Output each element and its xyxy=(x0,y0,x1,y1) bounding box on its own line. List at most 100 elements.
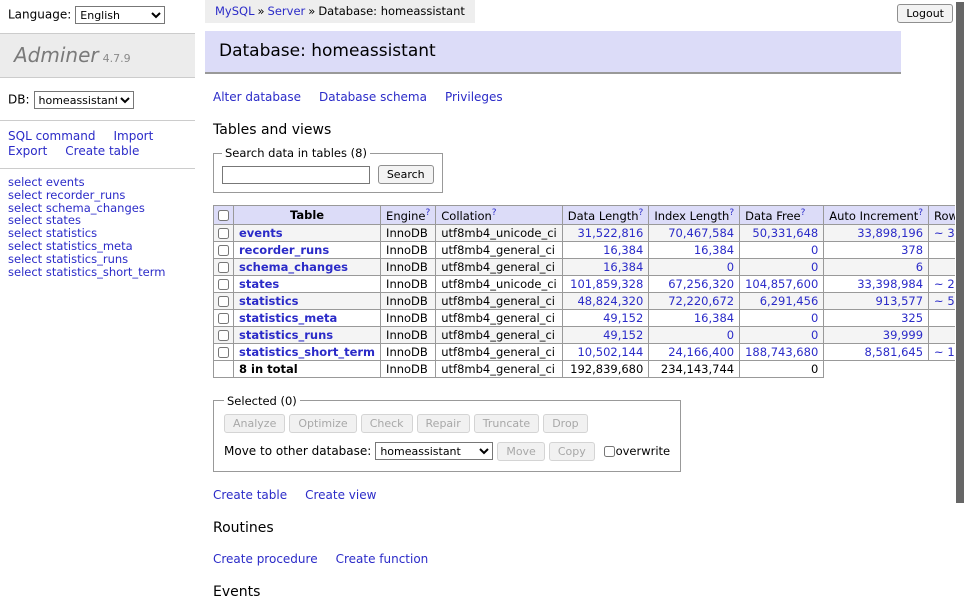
drop-button[interactable]: Drop xyxy=(543,414,587,433)
row-checkbox[interactable] xyxy=(218,313,229,324)
cell-data-free-link[interactable]: 6,291,456 xyxy=(760,294,819,308)
cell-data-length-link[interactable]: 48,824,320 xyxy=(577,294,643,308)
help-icon[interactable]: ? xyxy=(492,208,497,218)
search-input[interactable] xyxy=(222,166,370,184)
link-sql-command[interactable]: SQL command xyxy=(8,129,95,143)
link-privileges[interactable]: Privileges xyxy=(445,90,503,104)
table-link-schema-changes[interactable]: schema_changes xyxy=(239,260,348,274)
cell-collation: utf8mb4_unicode_ci xyxy=(436,224,563,241)
link-alter-database[interactable]: Alter database xyxy=(213,90,301,104)
column-header-index-length: Index Length? xyxy=(649,206,740,225)
table-link-statistics-short-term[interactable]: statistics_short_term xyxy=(239,345,375,359)
copy-button[interactable]: Copy xyxy=(549,442,595,461)
link-export[interactable]: Export xyxy=(8,144,47,158)
cell-auto-increment-link[interactable]: 39,999 xyxy=(883,328,923,342)
sidebar-select-events[interactable]: select events xyxy=(8,176,187,189)
optimize-button[interactable]: Optimize xyxy=(289,414,356,433)
table-link-statistics-meta[interactable]: statistics_meta xyxy=(239,311,337,325)
help-icon[interactable]: ? xyxy=(639,208,644,218)
row-checkbox[interactable] xyxy=(218,262,229,273)
row-checkbox[interactable] xyxy=(218,279,229,290)
move-button[interactable]: Move xyxy=(497,442,545,461)
cell-index-length-link[interactable]: 67,256,320 xyxy=(668,277,734,291)
cell-index-length-link[interactable]: 72,220,672 xyxy=(668,294,734,308)
link-database-schema[interactable]: Database schema xyxy=(319,90,427,104)
cell-auto-increment-link[interactable]: 913,577 xyxy=(875,294,923,308)
cell-data-length-link[interactable]: 16,384 xyxy=(603,243,643,257)
cell-data-length-link[interactable]: 16,384 xyxy=(603,260,643,274)
check-button[interactable]: Check xyxy=(361,414,413,433)
row-checkbox[interactable] xyxy=(218,228,229,239)
row-checkbox[interactable] xyxy=(218,296,229,307)
sidebar-select-recorder-runs[interactable]: select recorder_runs xyxy=(8,189,187,202)
row-checkbox[interactable] xyxy=(218,330,229,341)
adminer-logo: Adminer4.7.9 xyxy=(0,33,195,78)
cell-data-free-link[interactable]: 0 xyxy=(811,311,818,325)
cell-data-free-link[interactable]: 188,743,680 xyxy=(745,345,818,359)
language-select[interactable]: English xyxy=(75,6,165,24)
cell-collation: utf8mb4_general_ci xyxy=(436,258,563,275)
link-create-table[interactable]: Create table xyxy=(65,144,139,158)
table-link-events[interactable]: events xyxy=(239,226,283,240)
cell-index-length-link[interactable]: 70,467,584 xyxy=(668,226,734,240)
cell-auto-increment-link[interactable]: 33,398,984 xyxy=(857,277,923,291)
language-label: Language: xyxy=(8,8,71,22)
cell-index-length-link[interactable]: 0 xyxy=(727,260,734,274)
cell-index-length-link[interactable]: 24,166,400 xyxy=(668,345,734,359)
breadcrumb-mysql[interactable]: MySQL xyxy=(215,4,255,18)
link-create-table[interactable]: Create table xyxy=(213,488,287,502)
cell-auto-increment-link[interactable]: 6 xyxy=(916,260,923,274)
cell-data-free-link[interactable]: 0 xyxy=(811,260,818,274)
help-icon[interactable]: ? xyxy=(425,208,430,218)
cell-data-length-link[interactable]: 31,522,816 xyxy=(577,226,643,240)
cell-index-length-link[interactable]: 16,384 xyxy=(694,243,734,257)
cell-data-length-link[interactable]: 49,152 xyxy=(603,328,643,342)
cell-index-length-link[interactable]: 0 xyxy=(727,328,734,342)
sidebar-select-statistics-meta[interactable]: select statistics_meta xyxy=(8,240,187,253)
sidebar-select-statistics-runs[interactable]: select statistics_runs xyxy=(8,253,187,266)
move-db-select[interactable]: homeassistant xyxy=(375,442,493,460)
search-button[interactable]: Search xyxy=(378,165,434,184)
cell-index-length-link[interactable]: 16,384 xyxy=(694,311,734,325)
row-checkbox[interactable] xyxy=(218,245,229,256)
cell-data-free-link[interactable]: 0 xyxy=(811,243,818,257)
cell-data-free-link[interactable]: 0 xyxy=(811,328,818,342)
sidebar-select-statistics-short-term[interactable]: select statistics_short_term xyxy=(8,266,187,279)
overwrite-checkbox[interactable] xyxy=(604,446,615,457)
cell-auto-increment-link[interactable]: 33,898,196 xyxy=(857,226,923,240)
table-link-statistics-runs[interactable]: statistics_runs xyxy=(239,328,333,342)
help-icon[interactable]: ? xyxy=(918,208,923,218)
app-name: Adminer xyxy=(14,43,99,67)
link-create-function[interactable]: Create function xyxy=(336,552,429,566)
cell-auto-increment-link[interactable]: 378 xyxy=(901,243,923,257)
cell-engine: InnoDB xyxy=(381,292,436,309)
truncate-button[interactable]: Truncate xyxy=(474,414,539,433)
table-link-states[interactable]: states xyxy=(239,277,279,291)
main-content: Alter databaseDatabase schemaPrivileges … xyxy=(205,90,901,600)
breadcrumb-server[interactable]: Server xyxy=(268,4,306,18)
analyze-button[interactable]: Analyze xyxy=(224,414,285,433)
row-checkbox[interactable] xyxy=(218,347,229,358)
cell-data-length-link[interactable]: 101,859,328 xyxy=(570,277,643,291)
cell-data-free-link[interactable]: 104,857,600 xyxy=(745,277,818,291)
sidebar-actions: SQL command Import Export Create table xyxy=(0,121,195,169)
db-select[interactable]: homeassistant xyxy=(34,91,134,109)
cell-data-length-link[interactable]: 49,152 xyxy=(603,311,643,325)
cell-engine: InnoDB xyxy=(381,343,436,360)
help-icon[interactable]: ? xyxy=(801,208,806,218)
cell-data-length-link[interactable]: 10,502,144 xyxy=(577,345,643,359)
select-all-checkbox[interactable] xyxy=(218,210,229,221)
repair-button[interactable]: Repair xyxy=(417,414,470,433)
cell-auto-increment-link[interactable]: 8,581,645 xyxy=(865,345,924,359)
cell-data-free-link[interactable]: 50,331,648 xyxy=(752,226,818,240)
link-create-procedure[interactable]: Create procedure xyxy=(213,552,318,566)
help-icon[interactable]: ? xyxy=(729,208,734,218)
cell-auto-increment-link[interactable]: 325 xyxy=(901,311,923,325)
table-link-recorder-runs[interactable]: recorder_runs xyxy=(239,243,329,257)
link-import[interactable]: Import xyxy=(113,129,153,143)
scrollbar-thumb[interactable] xyxy=(956,2,964,503)
table-link-statistics[interactable]: statistics xyxy=(239,294,299,308)
vertical-scrollbar[interactable] xyxy=(955,0,966,543)
link-create-view[interactable]: Create view xyxy=(305,488,376,502)
logout-button[interactable]: Logout xyxy=(897,4,953,23)
